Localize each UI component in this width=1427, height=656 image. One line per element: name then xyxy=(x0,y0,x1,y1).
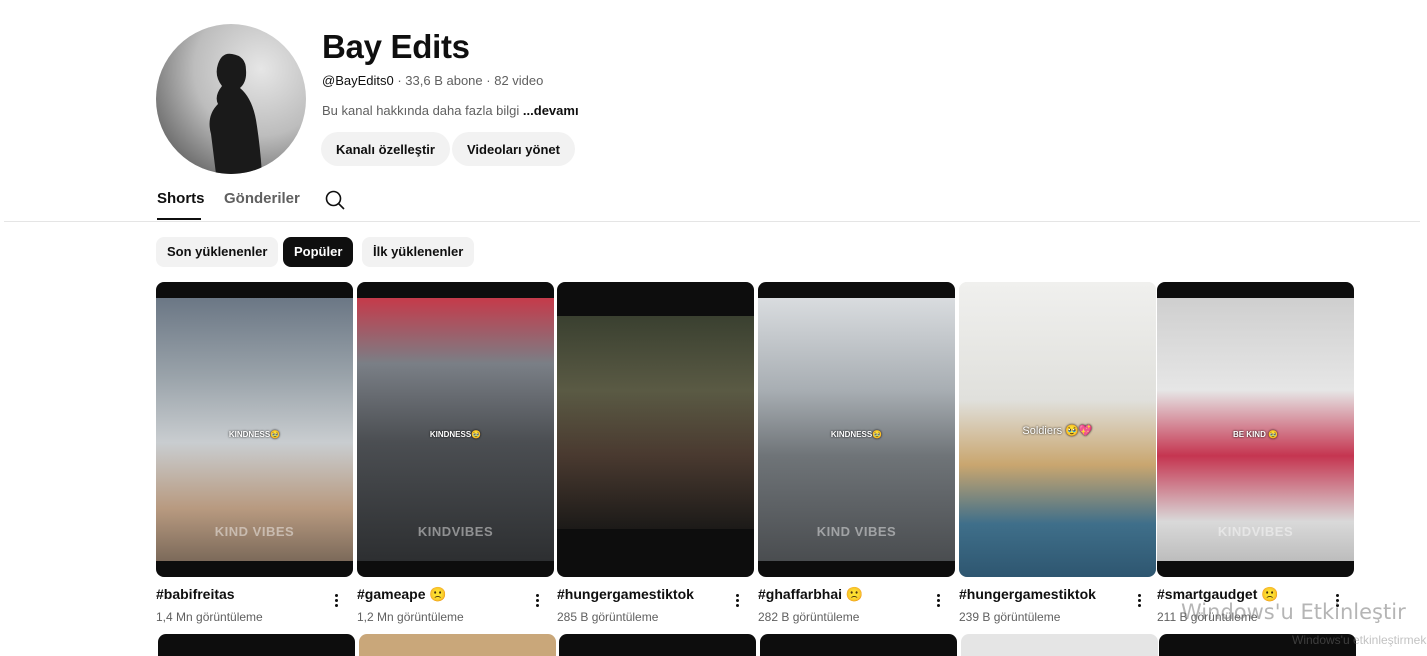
short-thumbnail[interactable] xyxy=(760,634,957,656)
thumbnail-overlay-text: Soldiers 🥹💖 xyxy=(1022,425,1093,437)
channel-name: Bay Edits xyxy=(322,28,470,65)
short-title[interactable]: #ghaffarbhai 🙁 xyxy=(758,586,863,603)
about-more-link[interactable]: ...devamı xyxy=(523,103,579,118)
short-thumbnail[interactable] xyxy=(359,634,556,656)
windows-activation-subtext: Windows'u etkinleştirmek için xyxy=(1292,633,1427,647)
short-thumbnail[interactable]: Soldiers 🥹💖 xyxy=(959,282,1156,577)
thumbnail-overlay-text: KINDNESS🥹 xyxy=(228,430,281,439)
silhouette-image xyxy=(209,53,262,174)
short-card[interactable]: #hungergamestiktok 285 B görüntüleme xyxy=(557,282,754,624)
short-title[interactable]: #babifreitas xyxy=(156,586,235,602)
short-card[interactable]: KINDNESS🥹 KIND VIBES #babifreitas 1,4 Mn… xyxy=(156,282,353,624)
short-views: 1,2 Mn görüntüleme xyxy=(357,610,464,624)
thumbnail-overlay-text: KINDNESS🥹 xyxy=(429,430,482,439)
short-thumbnail[interactable] xyxy=(158,634,355,656)
short-title[interactable]: #hungergamestiktok xyxy=(557,586,694,602)
short-views: 1,4 Mn görüntüleme xyxy=(156,610,263,624)
tab-shorts[interactable]: Shorts xyxy=(157,190,205,207)
thumbnail-watermark: KIND VIBES xyxy=(816,524,897,539)
short-views: 282 B görüntüleme xyxy=(758,610,860,624)
tab-posts[interactable]: Gönderiler xyxy=(224,190,300,207)
short-views: 239 B görüntüleme xyxy=(959,610,1061,624)
short-views: 285 B görüntüleme xyxy=(557,610,659,624)
chip-latest[interactable]: Son yüklenenler xyxy=(156,237,279,267)
short-thumbnail[interactable] xyxy=(557,282,754,577)
short-thumbnail[interactable]: KINDNESS🥹 KINDVIBES xyxy=(357,282,554,577)
channel-avatar[interactable] xyxy=(156,24,306,174)
customize-channel-button[interactable]: Kanalı özelleştir xyxy=(321,132,450,166)
more-options-icon[interactable] xyxy=(931,592,945,610)
short-card[interactable]: BE KIND 🥹 KINDVIBES #smartgaudget 🙁 211 … xyxy=(1157,282,1354,624)
short-thumbnail[interactable]: KINDNESS🥹 KIND VIBES xyxy=(758,282,955,577)
subscriber-count: 33,6 B abone xyxy=(405,73,483,88)
about-text: Bu kanal hakkında daha fazla bilgi xyxy=(322,103,523,118)
short-card[interactable]: KINDNESS🥹 KINDVIBES #gameape 🙁 1,2 Mn gö… xyxy=(357,282,554,624)
video-count: 82 video xyxy=(494,73,544,88)
short-thumbnail[interactable] xyxy=(559,634,756,656)
thumbnail-watermark: KINDVIBES xyxy=(1217,524,1294,539)
short-title[interactable]: #gameape 🙁 xyxy=(357,586,447,603)
more-options-icon[interactable] xyxy=(329,592,343,610)
meta-separator: · xyxy=(482,73,495,88)
windows-activation-watermark: Windows'u Etkinleştir xyxy=(1181,600,1406,624)
more-options-icon[interactable] xyxy=(730,592,744,610)
thumbnail-watermark: KINDVIBES xyxy=(417,524,494,539)
short-card[interactable]: Soldiers 🥹💖 #hungergamestiktok 239 B gör… xyxy=(959,282,1156,624)
search-icon[interactable] xyxy=(324,189,346,211)
channel-meta: @BayEdits0 · 33,6 B abone · 82 video xyxy=(322,73,543,88)
chip-popular[interactable]: Popüler xyxy=(283,237,354,267)
short-thumbnail[interactable]: KINDNESS🥹 KIND VIBES xyxy=(156,282,353,577)
short-card[interactable]: KINDNESS🥹 KIND VIBES #ghaffarbhai 🙁 282 … xyxy=(758,282,955,624)
more-options-icon[interactable] xyxy=(530,592,544,610)
channel-about[interactable]: Bu kanal hakkında daha fazla bilgi ...de… xyxy=(322,103,579,118)
short-thumbnail[interactable] xyxy=(961,634,1158,656)
short-thumbnail[interactable]: BE KIND 🥹 KINDVIBES xyxy=(1157,282,1354,577)
manage-videos-button[interactable]: Videoları yönet xyxy=(452,132,575,166)
more-options-icon[interactable] xyxy=(1132,592,1146,610)
thumbnail-overlay-text: BE KIND 🥹 xyxy=(1232,430,1279,439)
active-tab-indicator xyxy=(157,218,201,220)
channel-handle: @BayEdits0 xyxy=(322,73,394,88)
meta-separator: · xyxy=(393,73,406,88)
chip-oldest[interactable]: İlk yüklenenler xyxy=(362,237,475,267)
short-title[interactable]: #hungergamestiktok xyxy=(959,586,1096,602)
thumbnail-overlay-text: KINDNESS🥹 xyxy=(830,430,883,439)
tabs-divider xyxy=(4,221,1420,222)
thumbnail-watermark: KIND VIBES xyxy=(214,524,295,539)
